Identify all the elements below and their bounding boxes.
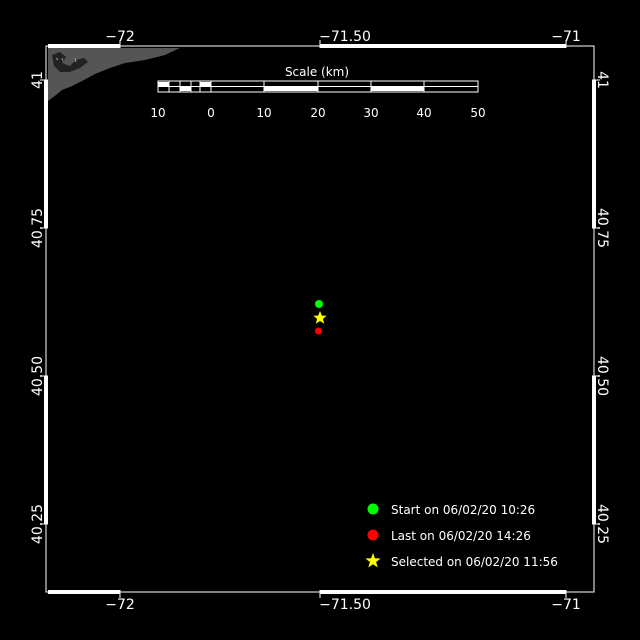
y-tick-label-right: 40.75	[594, 208, 610, 248]
scale-label: 10	[256, 106, 271, 120]
scale-label: 40	[416, 106, 431, 120]
red-dot-icon	[367, 529, 379, 541]
x-tick-label-bottom: −72	[105, 597, 135, 613]
x-tick-label-top: −72	[105, 29, 135, 45]
y-tick-label-left: 41	[30, 71, 46, 89]
legend: Start on 06/02/20 10:26 Last on 06/02/20…	[365, 503, 558, 569]
drifter-track-map: −72 −71.50 −71 −72 −71.50 −71 41 40.75 4…	[0, 0, 640, 640]
scale-title: Scale (km)	[285, 65, 349, 79]
scale-label: 0	[207, 106, 215, 120]
legend-start-label: Start on 06/02/20 10:26	[391, 503, 535, 517]
y-tick-label-left: 40.25	[30, 504, 46, 544]
y-tick-label-left: 40.75	[30, 208, 46, 248]
legend-selected-label: Selected on 06/02/20 11:56	[391, 555, 558, 569]
scale-label: 50	[470, 106, 485, 120]
legend-last-label: Last on 06/02/20 14:26	[391, 529, 531, 543]
start-marker[interactable]	[315, 300, 323, 308]
y-tick-label-right: 40.25	[594, 504, 610, 544]
y-tick-label-right: 40.50	[594, 356, 610, 396]
x-tick-label-bottom: −71	[551, 597, 581, 613]
y-tick-label-left: 40.50	[30, 356, 46, 396]
scale-label: 30	[363, 106, 378, 120]
green-dot-icon	[367, 503, 379, 515]
x-tick-label-top: −71.50	[319, 29, 371, 45]
y-tick-label-right: 41	[594, 71, 610, 89]
scale-label: 20	[310, 106, 325, 120]
x-tick-label-top: −71	[551, 29, 581, 45]
last-marker[interactable]	[315, 327, 322, 335]
x-tick-label-bottom: −71.50	[319, 597, 371, 613]
scale-label: 10	[150, 106, 165, 120]
